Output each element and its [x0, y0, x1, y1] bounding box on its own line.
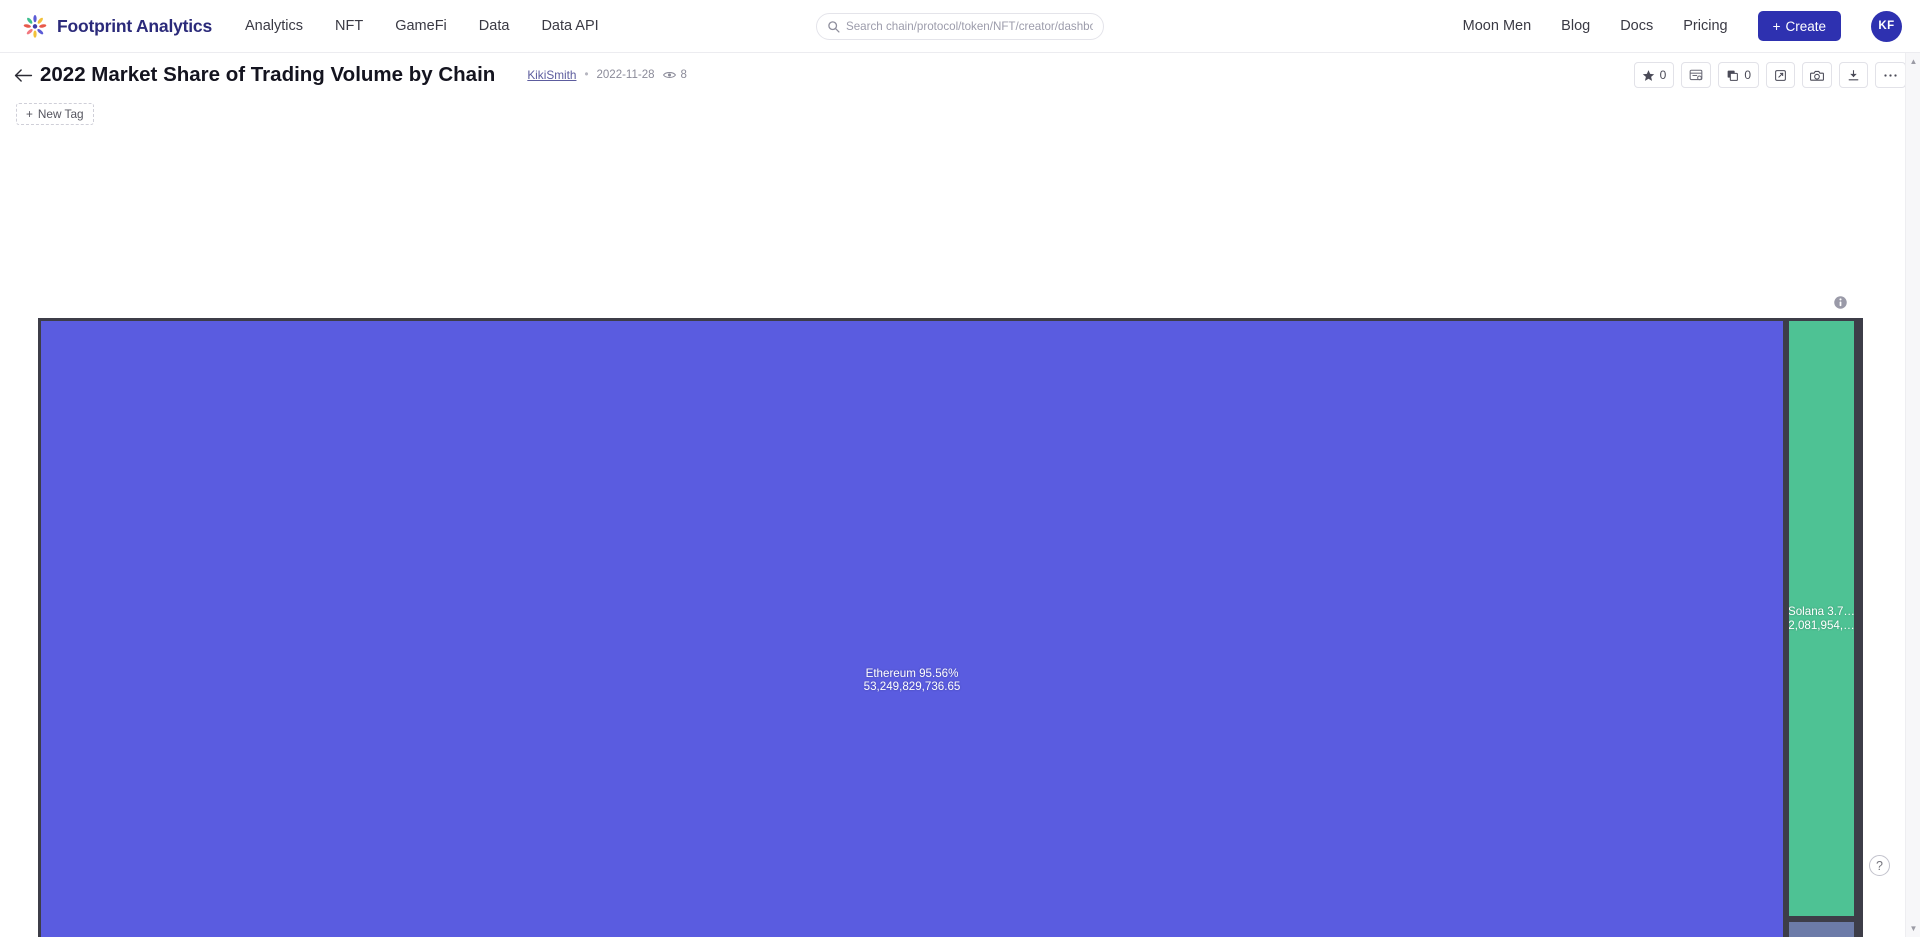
- nav-link-analytics[interactable]: Analytics: [245, 18, 303, 34]
- info-icon: [1834, 296, 1847, 309]
- screenshot-button[interactable]: [1802, 62, 1832, 88]
- author-link[interactable]: KikiSmith: [527, 68, 576, 82]
- dashboard-meta: KikiSmith • 2022-11-28 8: [527, 68, 687, 82]
- secondary-nav: Moon Men Blog Docs Pricing + Create KF: [1463, 10, 1902, 42]
- new-tag-label: New Tag: [37, 107, 84, 121]
- publish-date: 2022-11-28: [596, 69, 655, 81]
- plus-icon: +: [1772, 18, 1781, 34]
- brand-name: Footprint Analytics: [57, 15, 212, 36]
- new-tag-button[interactable]: + New Tag: [16, 103, 94, 125]
- help-button[interactable]: ?: [1869, 855, 1890, 876]
- nav-link-pricing[interactable]: Pricing: [1683, 18, 1727, 34]
- primary-nav-links: Analytics NFT GameFi Data Data API: [245, 18, 599, 34]
- tile-label-line2: 2,081,954,…: [1788, 618, 1855, 632]
- global-search[interactable]: [816, 12, 1104, 40]
- preview-card-button[interactable]: [1681, 62, 1712, 88]
- nav-link-data-api[interactable]: Data API: [541, 18, 598, 34]
- copy-icon: [1727, 70, 1739, 81]
- treemap-tile-ethereum[interactable]: Ethereum 95.56% 53,249,829,736.65: [38, 318, 1786, 937]
- star-button[interactable]: 0: [1633, 62, 1675, 88]
- star-count: 0: [1659, 68, 1667, 82]
- eye-icon: [662, 72, 676, 78]
- scroll-up-arrow-icon[interactable]: ▲: [1906, 53, 1920, 70]
- tile-label: Solana 3.7… 2,081,954,…: [1787, 605, 1856, 632]
- fork-copy-button[interactable]: 0: [1718, 62, 1759, 88]
- ellipsis-icon: [1884, 73, 1897, 77]
- nav-link-blog[interactable]: Blog: [1561, 18, 1590, 34]
- camera-icon: [1810, 70, 1824, 81]
- nav-link-gamefi[interactable]: GameFi: [395, 18, 447, 34]
- external-link-icon: [1775, 69, 1786, 81]
- star-icon: [1642, 69, 1654, 81]
- tile-label: Ethereum 95.56% 53,249,829,736.65: [861, 667, 964, 694]
- user-avatar[interactable]: KF: [1871, 10, 1902, 42]
- dashboard-canvas: Footprint Analytics Ethereum 95.56% 53,2…: [0, 131, 1920, 937]
- nav-link-docs[interactable]: Docs: [1620, 18, 1653, 34]
- meta-separator: •: [584, 69, 589, 81]
- top-navigation-bar: Footprint Analytics Analytics NFT GameFi…: [0, 0, 1920, 53]
- brand-logo-link[interactable]: Footprint Analytics: [22, 13, 212, 39]
- plus-icon: +: [26, 107, 33, 121]
- scroll-down-arrow-icon[interactable]: ▼: [1906, 920, 1920, 937]
- treemap-chart[interactable]: Footprint Analytics Ethereum 95.56% 53,2…: [38, 318, 1863, 937]
- nav-link-moon-men[interactable]: Moon Men: [1463, 18, 1532, 34]
- tag-row: + New Tag: [0, 97, 1920, 131]
- fork-count: 0: [1744, 68, 1751, 82]
- tile-label-line2: 53,249,829,736.65: [863, 680, 961, 693]
- tile-label-line1: Ethereum 95.56%: [865, 666, 959, 680]
- dashboard-toolbar: 0 0: [1633, 62, 1906, 88]
- nav-link-nft[interactable]: NFT: [335, 18, 363, 34]
- tile-label-line1: Solana 3.7…: [1787, 605, 1856, 619]
- chart-info-button[interactable]: [1833, 295, 1848, 310]
- card-preview-icon: [1689, 69, 1703, 80]
- create-button-label: Create: [1785, 18, 1826, 34]
- search-input[interactable]: [846, 19, 1093, 33]
- view-count: 8: [662, 69, 687, 81]
- search-icon: [828, 20, 840, 33]
- nav-link-data[interactable]: Data: [479, 18, 510, 34]
- back-arrow-icon[interactable]: [10, 62, 36, 88]
- treemap-tile-solana[interactable]: Solana 3.7… 2,081,954,…: [1786, 318, 1857, 919]
- view-count-value: 8: [680, 69, 687, 81]
- page-title: 2022 Market Share of Trading Volume by C…: [40, 63, 496, 86]
- footprint-logo-icon: [23, 15, 47, 38]
- open-external-button[interactable]: [1766, 62, 1795, 88]
- download-button[interactable]: [1839, 62, 1868, 88]
- treemap-tile-polygon[interactable]: Polygon 0… 355,320,88…: [1786, 919, 1857, 937]
- more-options-button[interactable]: [1875, 62, 1906, 88]
- create-button[interactable]: + Create: [1757, 11, 1841, 41]
- vertical-scrollbar[interactable]: ▲ ▼: [1905, 53, 1920, 937]
- dashboard-header: 2022 Market Share of Trading Volume by C…: [0, 53, 1920, 97]
- download-icon: [1848, 69, 1859, 80]
